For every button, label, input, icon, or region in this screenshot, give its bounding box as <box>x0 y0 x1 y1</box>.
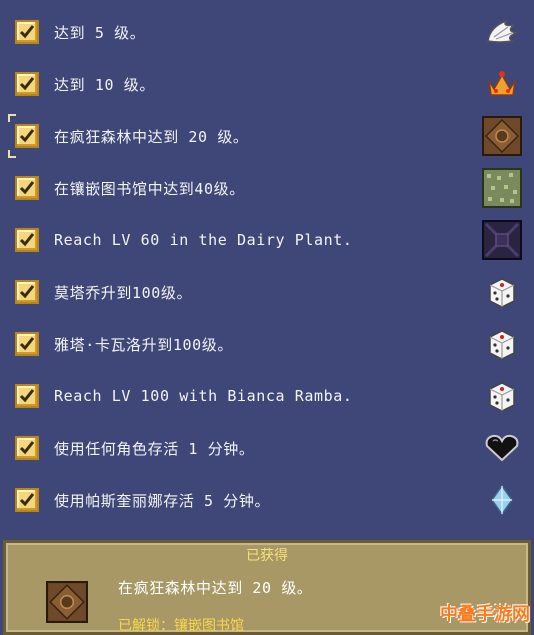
crown-icon <box>482 64 522 104</box>
selection-corner <box>8 114 16 122</box>
detail-unlock: 已解锁：镶嵌图书馆 <box>118 618 244 634</box>
dice-icon <box>482 272 522 312</box>
checkbox-checked[interactable] <box>15 124 39 148</box>
achievement-row[interactable]: 达到 10 级。 <box>0 58 534 110</box>
achievement-label: Reach LV 100 with Bianca Ramba. <box>54 387 353 405</box>
checkbox-checked[interactable] <box>15 280 39 304</box>
achievement-row[interactable]: 使用任何角色存活 1 分钟。 <box>0 422 534 474</box>
achievement-list: 达到 5 级。 达到 10 级。 在疯狂森林中达到 20 级。 在镶嵌图书馆中达… <box>0 0 534 530</box>
tile-dark-icon <box>482 220 522 260</box>
achievement-row[interactable]: 达到 5 级。 <box>0 6 534 58</box>
checkbox-checked[interactable] <box>15 436 39 460</box>
checkbox-checked[interactable] <box>15 20 39 44</box>
achievement-label: 达到 10 级。 <box>54 75 155 94</box>
achievement-row-selected[interactable]: 在疯狂森林中达到 20 级。 <box>0 110 534 162</box>
tile-brown-icon <box>46 581 88 623</box>
checkbox-checked[interactable] <box>15 384 39 408</box>
tile-green-icon <box>482 168 522 208</box>
tile-brown-icon <box>482 116 522 156</box>
achievement-row[interactable]: 雅塔·卡瓦洛升到100级。 <box>0 318 534 370</box>
achievement-label: 雅塔·卡瓦洛升到100级。 <box>54 335 233 354</box>
achievement-label: 在疯狂森林中达到 20 级。 <box>54 127 249 146</box>
achievement-label: 使用帕斯奎丽娜存活 5 分钟。 <box>54 491 271 510</box>
checkbox-checked[interactable] <box>15 332 39 356</box>
checkbox-checked[interactable] <box>15 176 39 200</box>
dice-icon <box>482 324 522 364</box>
achievement-row[interactable]: 在镶嵌图书馆中达到40级。 <box>0 162 534 214</box>
achievement-label: 达到 5 级。 <box>54 23 146 42</box>
achievement-row[interactable]: 使用帕斯奎丽娜存活 5 分钟。 <box>0 474 534 526</box>
detail-header: 已获得 <box>246 548 288 564</box>
checkbox-checked[interactable] <box>15 228 39 252</box>
selection-corner <box>8 150 16 158</box>
achievement-row[interactable]: 莫塔乔升到100级。 <box>0 266 534 318</box>
detail-text: 在疯狂森林中达到 20 级。 <box>118 579 313 597</box>
achievement-row[interactable]: Reach LV 100 with Bianca Ramba. <box>0 370 534 422</box>
checkbox-checked[interactable] <box>15 72 39 96</box>
checkbox-checked[interactable] <box>15 488 39 512</box>
wings-icon <box>482 12 522 52</box>
dice-icon <box>482 376 522 416</box>
achievement-label: Reach LV 60 in the Dairy Plant. <box>54 231 353 249</box>
achievement-label: 在镶嵌图书馆中达到40级。 <box>54 179 245 198</box>
watermark-logo: 中叠手游网 <box>440 604 530 625</box>
diamond-icon <box>482 480 522 520</box>
achievement-label: 使用任何角色存活 1 分钟。 <box>54 439 255 458</box>
achievement-label: 莫塔乔升到100级。 <box>54 283 193 302</box>
achievement-row[interactable]: Reach LV 60 in the Dairy Plant. <box>0 214 534 266</box>
heart-icon <box>482 428 522 468</box>
